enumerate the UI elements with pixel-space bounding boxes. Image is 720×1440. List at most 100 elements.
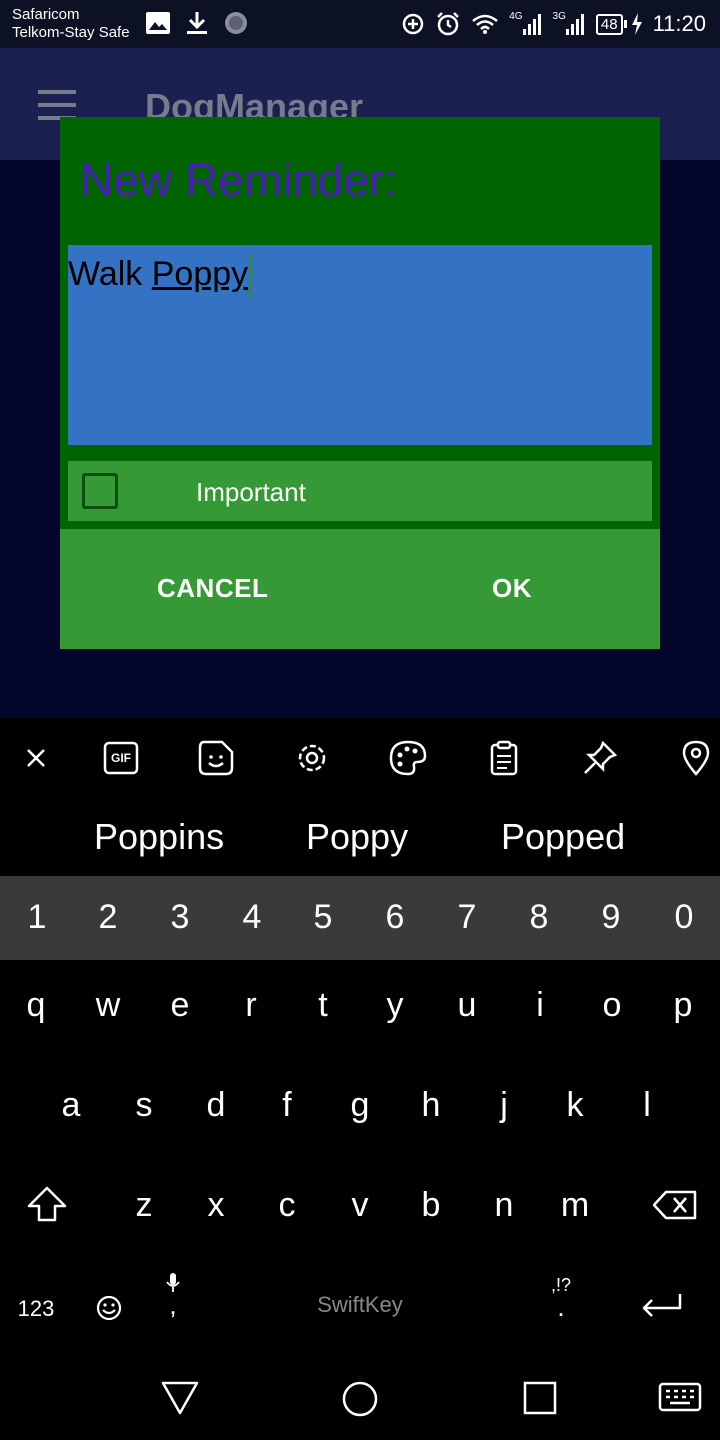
- enter-key[interactable]: [636, 1290, 686, 1329]
- key-a[interactable]: a: [46, 1086, 96, 1125]
- battery-tip: [623, 20, 627, 28]
- key-w[interactable]: w: [83, 986, 133, 1025]
- key-y[interactable]: y: [370, 986, 420, 1025]
- letter-row-3: z x c v b n m: [0, 1186, 720, 1286]
- comma-label: ,: [169, 1290, 177, 1320]
- key-i[interactable]: i: [515, 986, 565, 1025]
- backspace-icon: [652, 1190, 697, 1220]
- recents-icon[interactable]: [522, 1380, 558, 1416]
- period-label: .: [557, 1292, 565, 1322]
- period-key[interactable]: ,!? .: [536, 1274, 586, 1322]
- home-icon[interactable]: [341, 1380, 379, 1418]
- text-caret: [249, 253, 253, 299]
- backspace-key[interactable]: [650, 1186, 700, 1229]
- reminder-input[interactable]: Walk Poppy: [68, 245, 652, 445]
- download-icon: [187, 12, 207, 34]
- suggestion-1[interactable]: Poppins: [94, 816, 224, 858]
- gallery-icon: [146, 12, 170, 34]
- dialog-title: New Reminder:: [80, 154, 397, 206]
- key-4[interactable]: 4: [227, 898, 277, 937]
- key-k[interactable]: k: [550, 1086, 600, 1125]
- clock: 11:20: [652, 11, 706, 36]
- important-row[interactable]: Important: [68, 461, 652, 521]
- key-q[interactable]: q: [11, 986, 61, 1025]
- symbols-key[interactable]: 123: [10, 1296, 62, 1322]
- ok-button[interactable]: OK: [492, 573, 532, 604]
- spacebar[interactable]: SwiftKey: [300, 1292, 420, 1318]
- menu-line: [38, 103, 76, 107]
- input-word-1: Walk: [68, 254, 143, 293]
- comma-key[interactable]: ,: [148, 1272, 198, 1320]
- key-f[interactable]: f: [262, 1086, 312, 1125]
- new-reminder-dialog: New Reminder: Walk Poppy Important CANCE…: [60, 117, 660, 649]
- shift-icon: [27, 1186, 67, 1222]
- key-j[interactable]: j: [479, 1086, 529, 1125]
- key-e[interactable]: e: [155, 986, 205, 1025]
- wifi-icon: [472, 14, 499, 34]
- settings-icon[interactable]: [292, 738, 332, 778]
- pin-icon[interactable]: [580, 738, 620, 778]
- key-l[interactable]: l: [622, 1086, 672, 1125]
- key-m[interactable]: m: [550, 1186, 600, 1225]
- key-5[interactable]: 5: [298, 898, 348, 937]
- suggestion-3[interactable]: Popped: [501, 816, 625, 858]
- key-c[interactable]: c: [262, 1186, 312, 1225]
- key-6[interactable]: 6: [370, 898, 420, 937]
- key-1[interactable]: 1: [12, 898, 62, 937]
- important-checkbox[interactable]: [82, 473, 118, 509]
- location-icon[interactable]: [676, 738, 716, 778]
- key-p[interactable]: p: [658, 986, 708, 1025]
- clipboard-icon[interactable]: [484, 738, 524, 778]
- menu-line: [38, 90, 76, 94]
- enter-icon: [642, 1294, 682, 1317]
- alarm-icon: [437, 12, 460, 36]
- key-h[interactable]: h: [406, 1086, 456, 1125]
- key-u[interactable]: u: [442, 986, 492, 1025]
- key-s[interactable]: s: [119, 1086, 169, 1125]
- key-d[interactable]: d: [191, 1086, 241, 1125]
- close-icon[interactable]: [16, 738, 56, 778]
- key-o[interactable]: o: [587, 986, 637, 1025]
- carrier-info: Safaricom Telkom-Stay Safe: [12, 6, 130, 42]
- theme-palette-icon[interactable]: [388, 738, 428, 778]
- key-3[interactable]: 3: [155, 898, 205, 937]
- soft-keyboard: GIF Poppins Poppy Popped 1 2 3 4 5 6 7 8…: [0, 718, 720, 1358]
- key-b[interactable]: b: [406, 1186, 456, 1225]
- navigation-bar: [0, 1358, 720, 1440]
- key-x[interactable]: x: [191, 1186, 241, 1225]
- network-type-2: 3G: [552, 10, 566, 22]
- key-9[interactable]: 9: [586, 898, 636, 937]
- key-z[interactable]: z: [119, 1186, 169, 1225]
- sticker-icon[interactable]: [196, 738, 236, 778]
- key-2[interactable]: 2: [83, 898, 133, 937]
- shift-key[interactable]: [22, 1186, 72, 1233]
- key-7[interactable]: 7: [442, 898, 492, 937]
- dialog-button-bar: CANCEL OK: [60, 529, 660, 649]
- letter-row-2: a s d f g h j k l: [0, 1086, 720, 1186]
- key-t[interactable]: t: [298, 986, 348, 1025]
- suggestion-2[interactable]: Poppy: [306, 816, 408, 858]
- system-icons: 4G 3G 48 11:20: [401, 8, 706, 40]
- cancel-button[interactable]: CANCEL: [157, 573, 268, 604]
- emoji-key[interactable]: [84, 1292, 134, 1331]
- key-r[interactable]: r: [226, 986, 276, 1025]
- back-icon[interactable]: [160, 1380, 200, 1416]
- suggestion-bar: Poppins Poppy Popped: [0, 804, 720, 874]
- carrier-2: Telkom-Stay Safe: [12, 24, 130, 41]
- gif-icon[interactable]: GIF: [101, 738, 141, 778]
- data-saver-icon: [402, 13, 424, 35]
- battery-indicator: 48: [595, 13, 627, 35]
- number-row: 1 2 3 4 5 6 7 8 9 0: [0, 876, 720, 960]
- keyboard-hide-icon[interactable]: [658, 1382, 702, 1414]
- key-v[interactable]: v: [335, 1186, 385, 1225]
- app-notification-icon: [225, 12, 247, 34]
- status-bar: Safaricom Telkom-Stay Safe 4G 3G 48 11:2…: [0, 0, 720, 48]
- keyboard-toolbar: GIF: [0, 718, 720, 798]
- key-8[interactable]: 8: [514, 898, 564, 937]
- menu-icon[interactable]: [38, 90, 76, 120]
- key-g[interactable]: g: [335, 1086, 385, 1125]
- swiftkey-logo: SwiftKey: [317, 1292, 403, 1317]
- input-word-2: Poppy: [151, 254, 249, 293]
- key-n[interactable]: n: [479, 1186, 529, 1225]
- key-0[interactable]: 0: [659, 898, 709, 937]
